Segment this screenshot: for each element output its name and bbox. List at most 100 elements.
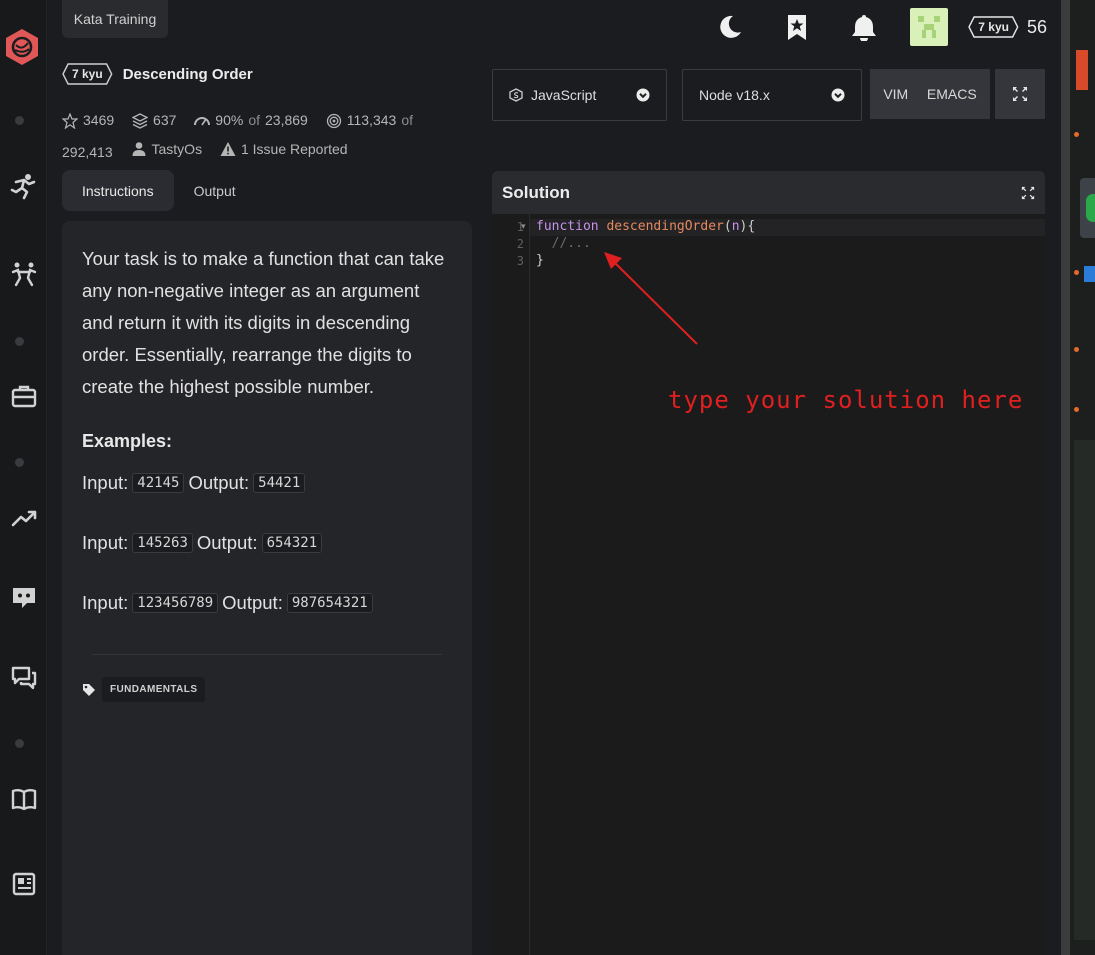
breadcrumb[interactable]: Kata Training bbox=[62, 0, 168, 38]
example-row: Input: 123456789 Output: 987654321 bbox=[82, 592, 452, 614]
avatar[interactable] bbox=[910, 8, 949, 46]
strip-fragment bbox=[1074, 407, 1079, 412]
honor-count: 56 bbox=[1026, 16, 1047, 37]
example-row: Input: 145263 Output: 654321 bbox=[82, 532, 452, 554]
collections-stat: 637 bbox=[132, 108, 176, 133]
rail-separator bbox=[15, 458, 24, 467]
runtime-select[interactable]: Node v18.x bbox=[682, 69, 862, 121]
nodejs-icon bbox=[509, 88, 523, 102]
line-number: 3 bbox=[516, 254, 524, 268]
editor-settings: JavaScript Node v18.x bbox=[492, 69, 862, 121]
book-icon[interactable] bbox=[8, 783, 40, 815]
code-line: function descendingOrder(n){ bbox=[536, 219, 756, 234]
divider bbox=[92, 654, 442, 655]
strip-fragment bbox=[1086, 194, 1095, 222]
fullscreen-button[interactable] bbox=[995, 69, 1045, 119]
output-label: Output: bbox=[196, 532, 258, 553]
example-output: 54421 bbox=[253, 473, 306, 493]
strip-fragment bbox=[1076, 50, 1088, 90]
tab-instructions[interactable]: Instructions bbox=[62, 170, 174, 211]
tag-list: FUNDAMENTALS bbox=[82, 677, 452, 702]
fold-arrow-icon[interactable]: ▾ bbox=[521, 221, 526, 232]
attempts-stat: 292,413 bbox=[62, 144, 113, 160]
stars-stat[interactable]: 3469 bbox=[62, 108, 114, 133]
instructions-panel: Your task is to make a function that can… bbox=[62, 221, 472, 955]
line-gutter: 1 ▾ 2 3 bbox=[492, 214, 530, 955]
chat-bubbles-icon[interactable] bbox=[8, 662, 40, 694]
briefcase-icon[interactable] bbox=[8, 380, 40, 412]
top-toolbar: 7 kyu 56 bbox=[709, 6, 1047, 48]
emacs-button[interactable]: EMACS bbox=[927, 86, 977, 102]
newspaper-icon[interactable] bbox=[8, 868, 40, 900]
completed-stat: 113,343 of bbox=[326, 108, 413, 133]
language-select[interactable]: JavaScript bbox=[492, 69, 667, 121]
strip-fragment bbox=[1084, 266, 1095, 282]
left-rail bbox=[0, 0, 47, 955]
practice-icon[interactable] bbox=[8, 258, 40, 290]
gauge-icon bbox=[194, 116, 211, 125]
rail-separator bbox=[15, 337, 24, 346]
vim-button[interactable]: VIM bbox=[883, 86, 908, 102]
training-icon[interactable] bbox=[8, 170, 40, 202]
star-icon bbox=[62, 112, 78, 129]
strip-fragment bbox=[1074, 347, 1079, 352]
kata-title-row: 7 kyu Descending Order bbox=[62, 63, 253, 85]
tab-output[interactable]: Output bbox=[174, 170, 256, 211]
example-input: 42145 bbox=[132, 473, 185, 493]
line-number: 1 bbox=[516, 220, 524, 234]
strip-fragment bbox=[1074, 132, 1079, 137]
examples-heading: Examples: bbox=[82, 431, 173, 451]
notifications-button[interactable] bbox=[843, 6, 885, 48]
adjacent-window-strip bbox=[1061, 0, 1095, 955]
instruction-tabs: Instructions Output bbox=[62, 170, 256, 211]
tag-fundamentals[interactable]: FUNDAMENTALS bbox=[102, 677, 206, 702]
code-editor[interactable]: 1 ▾ 2 3 function descendingOrder(n){ //.… bbox=[492, 214, 1045, 955]
author-link[interactable]: TastyOs bbox=[131, 137, 202, 162]
kata-rank-badge: 7 kyu bbox=[62, 63, 113, 85]
warning-icon bbox=[220, 142, 236, 156]
strip-fragment bbox=[1074, 270, 1079, 275]
keybinding-group: VIM EMACS bbox=[870, 69, 990, 119]
kata-stats: 3469 637 90% of 23,869 113,343 of 292,413 T… bbox=[62, 108, 442, 165]
example-output: 987654321 bbox=[286, 593, 373, 613]
chevron-down-icon bbox=[831, 88, 845, 102]
expand-icon bbox=[1013, 87, 1027, 101]
input-label: Input: bbox=[82, 532, 129, 553]
issues-link[interactable]: 1 Issue Reported bbox=[220, 137, 348, 162]
bookmark-button[interactable] bbox=[776, 6, 818, 48]
solution-title: Solution bbox=[502, 182, 570, 202]
example-input: 123456789 bbox=[132, 593, 219, 613]
rail-separator bbox=[15, 116, 24, 125]
input-label: Input: bbox=[82, 472, 129, 493]
kata-title: Descending Order bbox=[122, 65, 253, 83]
leaderboard-trend-icon[interactable] bbox=[8, 502, 40, 534]
expand-icon[interactable] bbox=[1021, 186, 1035, 200]
bell-icon bbox=[852, 15, 877, 41]
kata-description: Your task is to make a function that can… bbox=[82, 248, 445, 397]
line-number: 2 bbox=[516, 237, 524, 251]
tag-icon bbox=[83, 683, 95, 696]
codewars-logo-icon[interactable] bbox=[4, 28, 40, 66]
input-label: Input: bbox=[82, 592, 129, 613]
annotation-text: type your solution here bbox=[668, 386, 1024, 414]
layers-icon bbox=[132, 112, 149, 129]
example-output: 654321 bbox=[261, 533, 323, 553]
strip-fragment bbox=[1074, 440, 1095, 940]
satisfaction-stat: 90% of 23,869 bbox=[194, 108, 308, 133]
chevron-down-icon bbox=[636, 88, 650, 102]
example-input: 145263 bbox=[132, 533, 193, 553]
target-icon bbox=[326, 113, 341, 128]
output-label: Output: bbox=[222, 592, 283, 613]
moon-icon bbox=[720, 15, 742, 38]
user-rank-badge[interactable]: 7 kyu bbox=[968, 16, 1019, 38]
dark-mode-toggle[interactable] bbox=[709, 6, 751, 48]
output-label: Output: bbox=[188, 472, 250, 493]
keybinding-modes: VIM EMACS bbox=[870, 69, 1045, 119]
bookmark-star-icon bbox=[788, 15, 807, 40]
code-line: } bbox=[536, 253, 544, 268]
example-row: Input: 42145 Output: 54421 bbox=[82, 472, 452, 494]
discord-icon[interactable] bbox=[8, 581, 40, 613]
annotation-arrow bbox=[604, 252, 698, 345]
code-line: //... bbox=[536, 236, 591, 251]
rail-separator bbox=[15, 739, 24, 748]
